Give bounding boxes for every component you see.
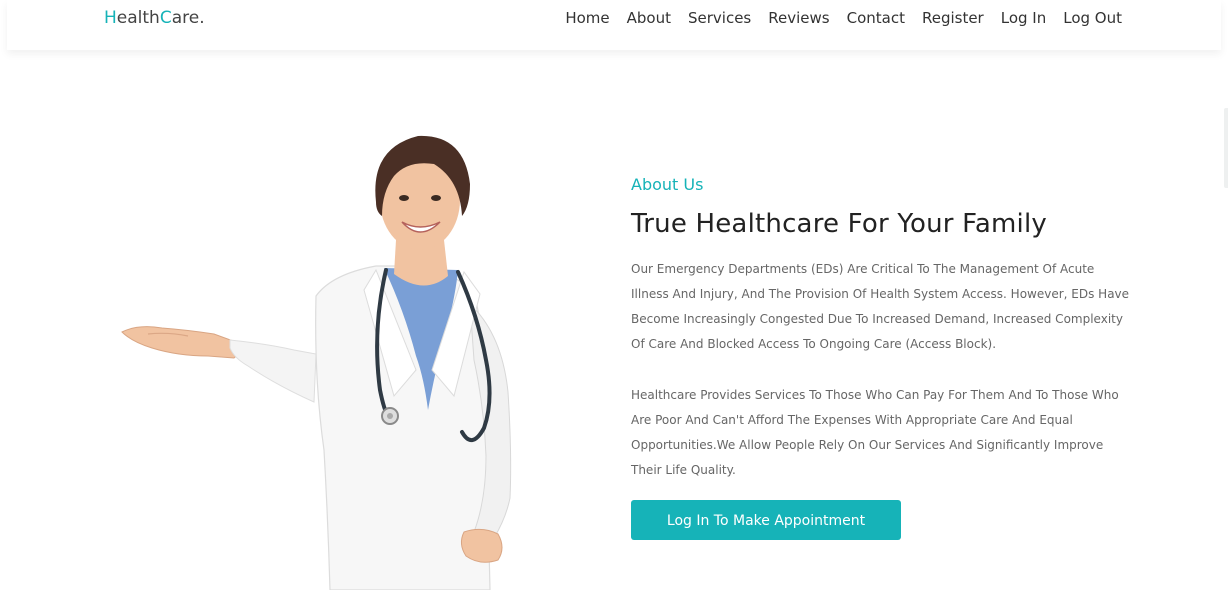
about-section: About Us True Healthcare For Your Family… <box>631 173 1131 540</box>
about-paragraph-1: Our Emergency Departments (EDs) Are Crit… <box>631 262 1130 351</box>
main-nav: Home About Services Reviews Contact Regi… <box>565 7 1122 29</box>
logo-text-are: are. <box>171 8 205 28</box>
nav-reviews[interactable]: Reviews <box>768 7 829 29</box>
logo-initial-c: C <box>159 8 172 28</box>
logo-initial-h: H <box>104 8 117 28</box>
nav-log-out[interactable]: Log Out <box>1063 7 1122 29</box>
scroll-to-top-tab <box>1224 108 1228 188</box>
nav-about[interactable]: About <box>627 7 671 29</box>
nav-register[interactable]: Register <box>922 7 984 29</box>
make-appointment-button[interactable]: Log In To Make Appointment <box>631 500 901 540</box>
about-paragraph-2: Healthcare Provides Services To Those Wh… <box>631 388 1119 477</box>
nav-services[interactable]: Services <box>688 7 751 29</box>
nav-log-in[interactable]: Log In <box>1001 7 1047 29</box>
about-title: True Healthcare For Your Family <box>631 209 1047 239</box>
site-header: HealthCare. Home About Services Reviews … <box>7 0 1221 50</box>
nav-home[interactable]: Home <box>565 7 609 29</box>
about-kicker: About Us <box>631 175 704 194</box>
logo-text-ealth: ealth <box>116 8 160 28</box>
nav-contact[interactable]: Contact <box>847 7 905 29</box>
site-logo[interactable]: HealthCare. <box>104 7 205 29</box>
doctor-illustration <box>121 135 512 590</box>
